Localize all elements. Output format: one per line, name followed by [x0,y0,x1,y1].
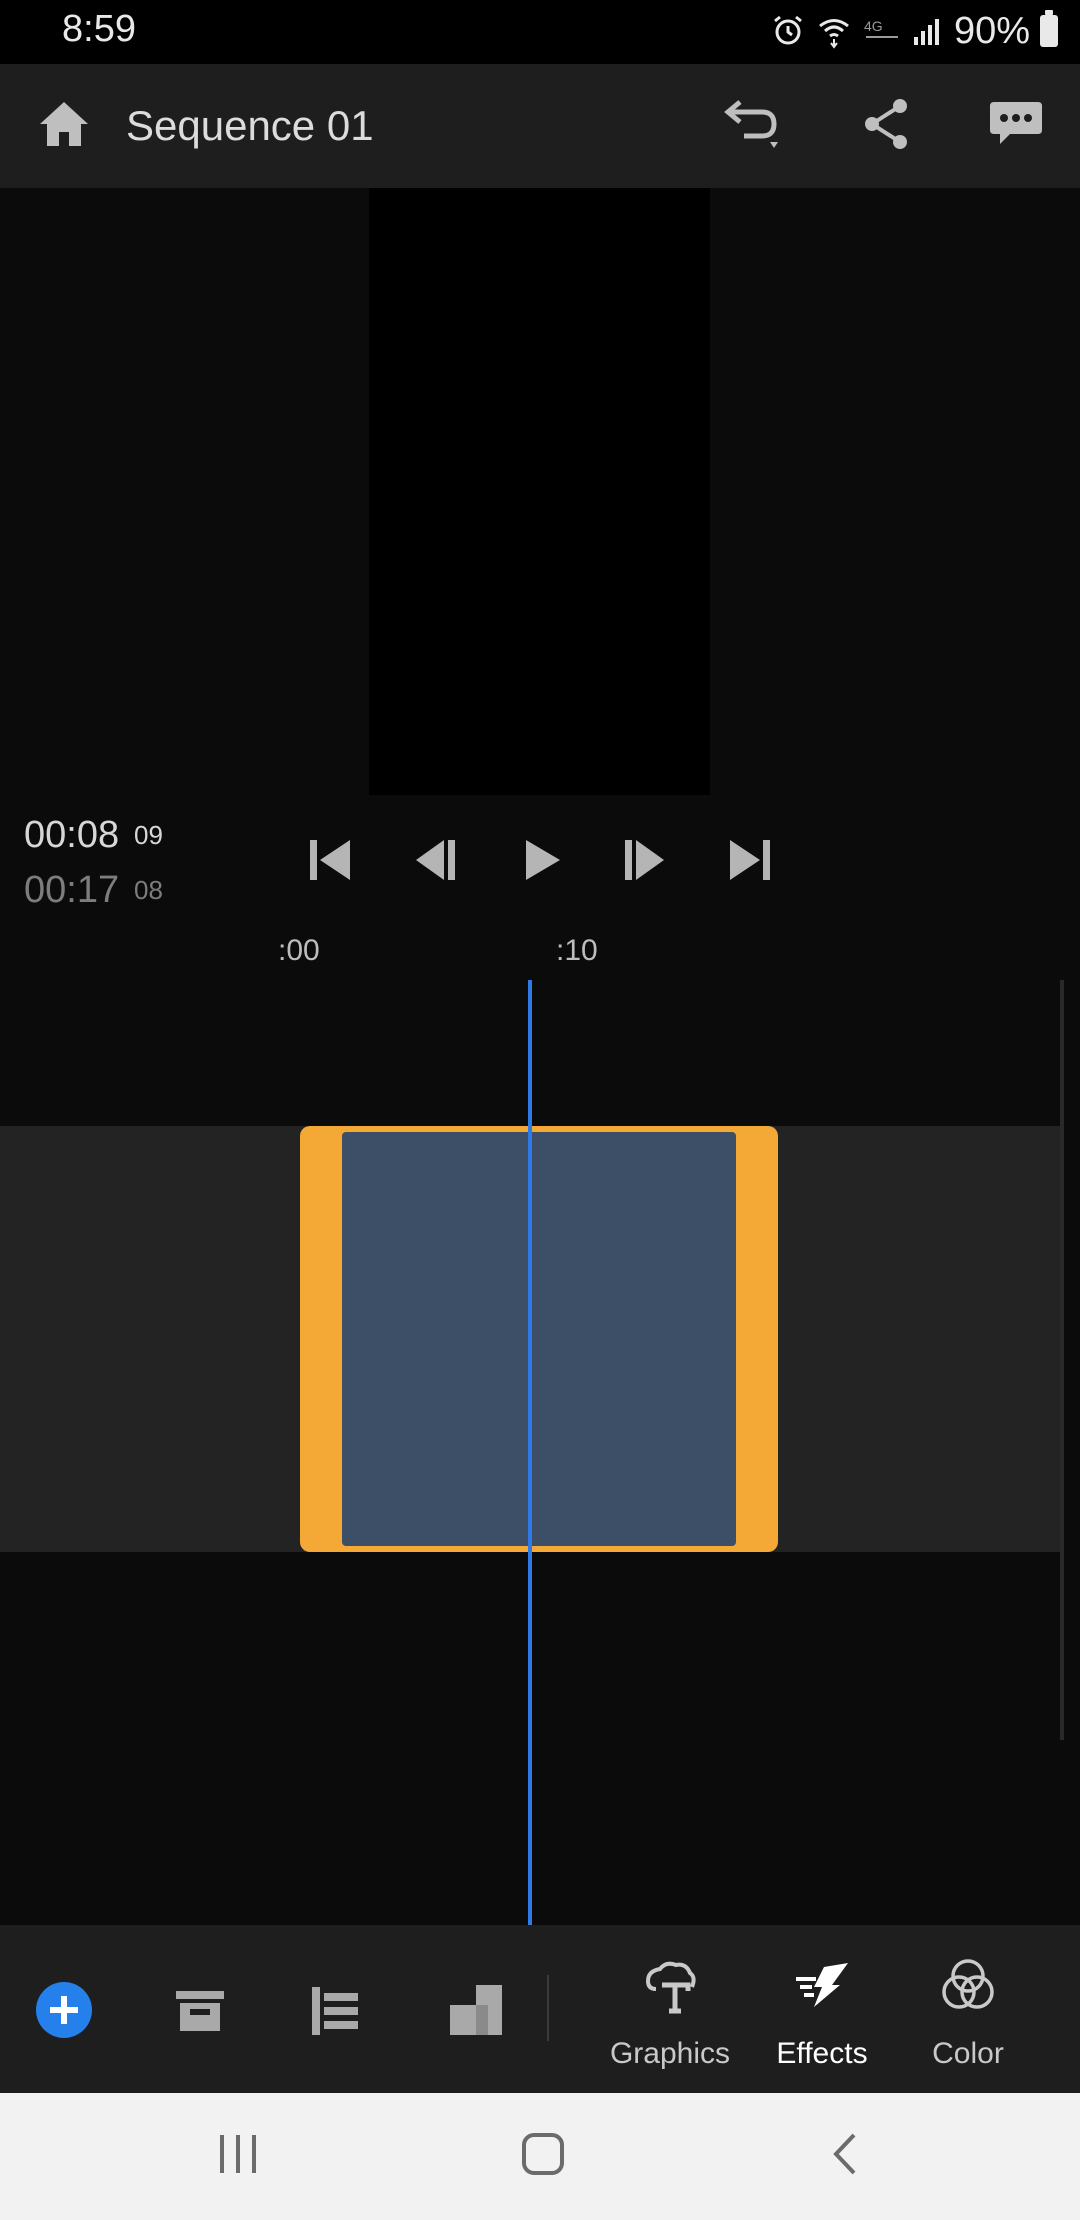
battery-icon [1040,10,1058,47]
add-media-icon [36,1982,92,2038]
skip-to-start-icon [310,840,350,880]
step-back-button[interactable] [408,832,464,888]
toolbar-divider [547,1975,549,2041]
video-clip[interactable] [300,1126,778,1552]
feedback-button[interactable] [988,98,1044,155]
page-title[interactable]: Sequence 01 [126,102,374,150]
total-duration-frames: 08 [134,875,163,905]
wifi-icon [819,19,849,49]
home-button[interactable] [36,98,92,155]
svg-text:4G: 4G [864,18,883,34]
system-nav-bar [0,2093,1080,2220]
archive-icon [176,1991,224,2031]
network-4g-icon: 4G [864,18,898,38]
home-nav-icon [522,2133,564,2175]
timeline[interactable] [0,980,1080,1925]
home-nav-button[interactable] [518,2129,568,2184]
program-monitor [0,188,1080,930]
signal-icon [913,19,939,45]
undo-button[interactable] [722,96,786,157]
app-header: Sequence 01 [0,64,1080,188]
feedback-icon [990,102,1042,144]
status-time: 8:59 [62,8,136,50]
video-preview[interactable] [369,188,710,795]
battery-percent: 90% [953,9,1030,52]
track-list-icon [312,1987,358,2035]
status-icons: 4G 90% [770,6,1058,56]
step-back-icon [416,840,455,880]
home-icon [40,102,88,146]
back-icon [833,2133,856,2175]
step-forward-button[interactable] [616,832,672,888]
clip-thumbnail [342,1132,736,1546]
aspect-ratio-button[interactable] [444,1979,508,2043]
alarm-icon [774,15,802,45]
current-timecode-frames: 09 [134,820,163,850]
project-media-button[interactable] [170,1983,230,2039]
total-duration: 00:17 [24,869,120,911]
play-button[interactable] [514,832,570,888]
recent-apps-button[interactable] [214,2131,264,2182]
current-timecode: 00:08 [24,814,120,856]
share-icon [865,99,907,149]
color-tool[interactable]: Color [878,1925,1058,2093]
playhead[interactable] [528,980,532,1925]
skip-to-end-icon [730,840,770,880]
add-media-button[interactable] [34,1980,94,2040]
recent-apps-icon [220,2135,256,2173]
effects-icon [796,1963,848,2007]
play-icon [526,840,560,880]
skip-to-start-button[interactable] [302,832,358,888]
timeline-scrollbar[interactable] [1060,980,1064,1740]
share-button[interactable] [860,96,916,157]
ruler-mark: :00 [278,934,320,967]
graphics-icon [645,1961,696,2014]
bottom-toolbar: Graphics Effects Color [0,1925,1080,2093]
color-label: Color [932,2037,1004,2070]
undo-icon [724,100,778,148]
step-forward-icon [625,840,664,880]
ruler-mark: :10 [556,934,598,967]
skip-to-end-button[interactable] [722,832,778,888]
back-nav-button[interactable] [824,2131,870,2182]
aspect-ratio-icon [450,1985,502,2035]
status-bar: 8:59 4G 90% [0,0,1080,64]
color-icon [942,1959,994,2009]
track-list-button[interactable] [306,1981,366,2041]
